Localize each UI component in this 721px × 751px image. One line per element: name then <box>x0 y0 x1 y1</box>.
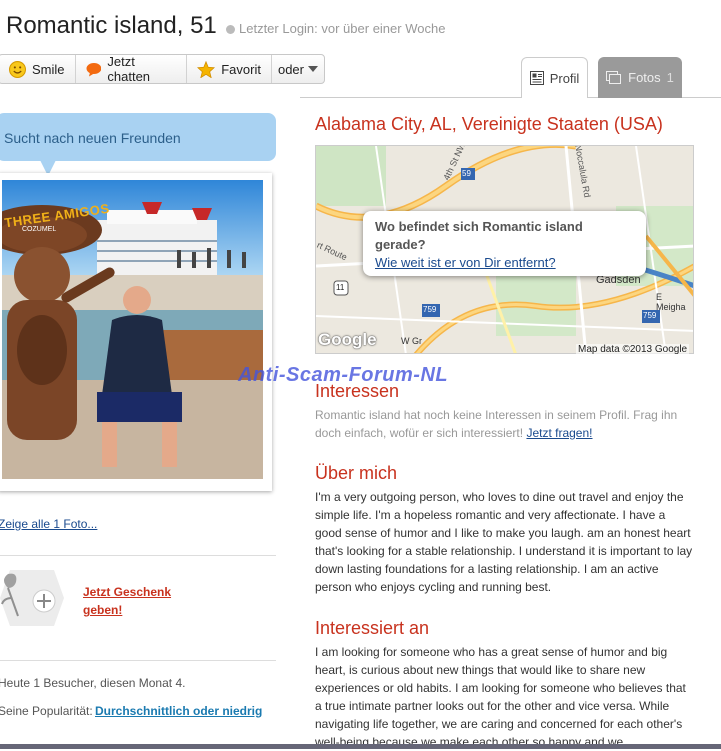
tab-profil[interactable]: Profil <box>521 57 588 98</box>
photo-sign-sub: COZUMEL <box>22 226 57 233</box>
gift-rose-icon <box>0 570 64 626</box>
profile-photo-frame[interactable]: THREE AMIGOS COZUMEL <box>0 173 272 491</box>
all-photos-link[interactable]: Zeige alle 1 Foto... <box>0 517 97 531</box>
more-label: oder <box>277 61 304 77</box>
photos-icon <box>606 70 622 84</box>
tab-profil-label: Profil <box>549 70 580 86</box>
map-shield-759b: 759 <box>643 311 657 320</box>
divider <box>0 660 276 661</box>
profile-title: Romantic island, 51 <box>6 12 217 39</box>
interests-text-block: Romantic island hat noch keine Interesse… <box>315 406 695 442</box>
gift-button[interactable] <box>0 570 66 626</box>
interested-in-text: I am looking for someone who has a great… <box>315 645 686 749</box>
gift-link[interactable]: Jetzt Geschenk geben! <box>83 583 183 619</box>
star-icon <box>197 60 216 78</box>
divider <box>0 555 276 556</box>
smile-icon <box>9 60 26 78</box>
chat-bubble-icon <box>86 62 101 76</box>
interested-in-heading: Interessiert an <box>315 618 430 638</box>
chat-button[interactable]: Jetzt chatten <box>76 54 188 84</box>
chevron-down-icon <box>308 66 318 72</box>
tab-fotos-count: 1 <box>666 70 674 85</box>
last-login-status: Letzter Login: vor über einer Woche <box>239 21 446 36</box>
about-heading: Über mich <box>315 463 398 483</box>
tab-fotos[interactable]: Fotos 1 <box>598 57 682 98</box>
profile-photo[interactable]: THREE AMIGOS COZUMEL <box>2 180 263 479</box>
taskbar-edge <box>0 744 721 749</box>
seeking-bubble: Sucht nach neuen Freunden <box>0 113 276 161</box>
map-shield-11: 11 <box>336 283 345 292</box>
map-shield-759a: 759 <box>423 305 437 314</box>
map-label-meigh: E Meigha <box>656 292 686 312</box>
more-dropdown[interactable]: oder <box>272 55 324 83</box>
ask-interests-link[interactable]: Jetzt fragen! <box>526 426 592 440</box>
map-label-wg: W Gr <box>401 336 422 346</box>
popularity-link[interactable]: Durchschnittlich oder niedrig <box>95 704 262 718</box>
interests-text: Romantic island hat noch keine Interesse… <box>315 408 678 440</box>
tab-fotos-label: Fotos <box>628 70 661 85</box>
google-logo: Google <box>318 330 377 349</box>
interests-heading: Interessen <box>315 381 400 401</box>
location-heading: Alabama City, AL, Vereinigte Staaten (US… <box>315 114 663 134</box>
favorite-button[interactable]: Favorit <box>187 55 272 83</box>
map-popup-question: Wo befindet sich Romantic island gerade? <box>375 219 583 252</box>
about-text: I'm a very outgoing person, who loves to… <box>315 490 693 594</box>
online-status-dot-icon <box>226 25 235 34</box>
map-copyright: Map data ©2013 Google <box>576 344 690 355</box>
map-shield-59: 59 <box>462 169 471 178</box>
distance-link[interactable]: Wie weit ist er von Dir entfernt? <box>375 254 634 272</box>
smile-button[interactable]: Smile <box>0 55 76 83</box>
chat-label: Jetzt chatten <box>107 54 151 84</box>
profile-card-icon <box>529 71 544 85</box>
map-popup: Wo befindet sich Romantic island gerade?… <box>363 211 646 276</box>
popularity-label: Seine Popularität: <box>0 704 93 718</box>
favorite-label: Favorit <box>221 61 261 77</box>
action-bar: Smile Jetzt chatten Favorit oder <box>0 54 325 84</box>
smile-label: Smile <box>32 61 65 77</box>
visitor-count: Heute 1 Besucher, diesen Monat 4. <box>0 676 186 690</box>
